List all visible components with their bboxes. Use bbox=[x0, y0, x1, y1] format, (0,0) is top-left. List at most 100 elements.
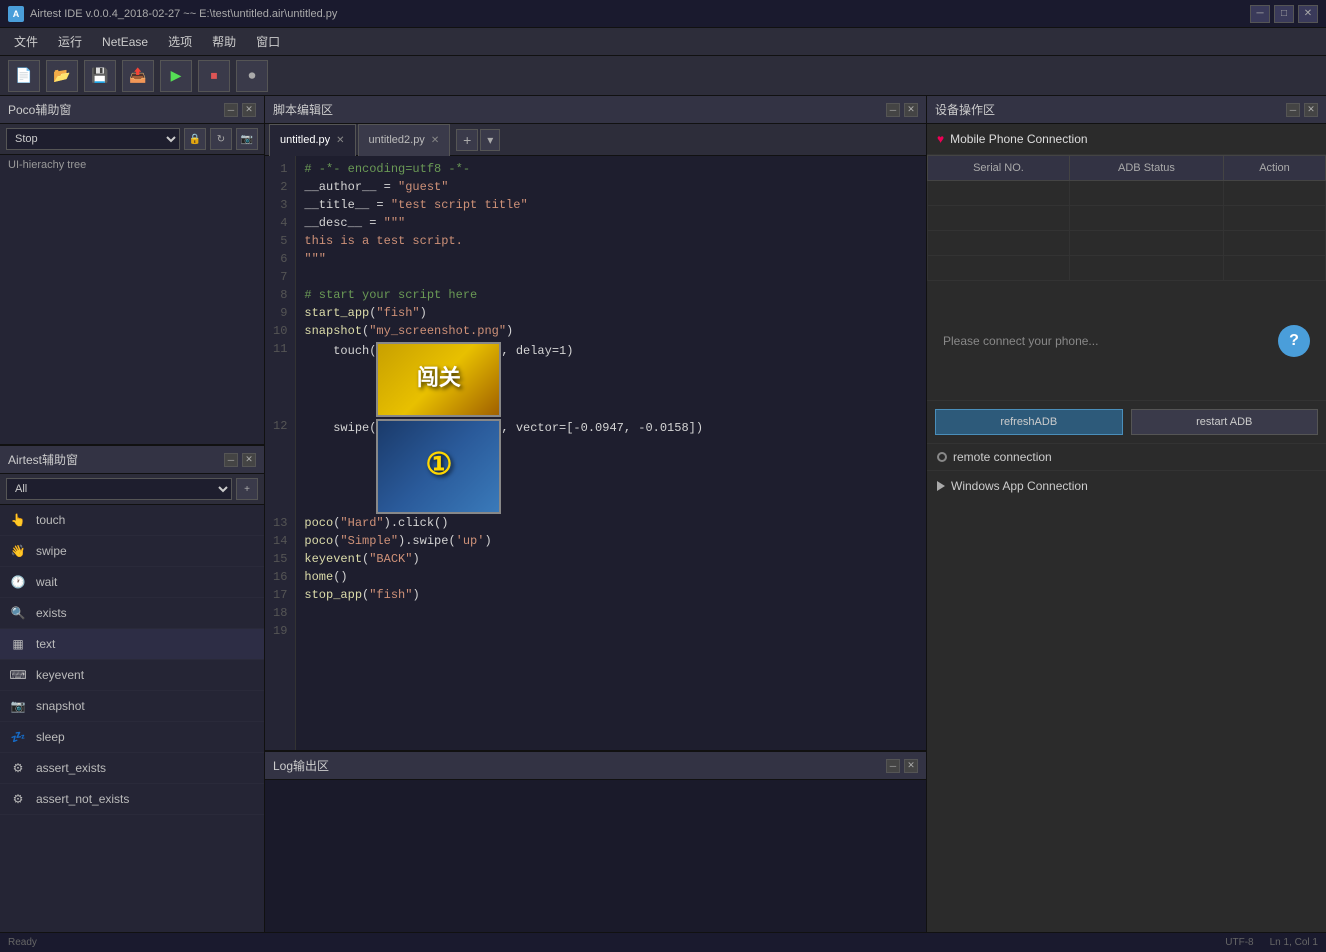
device-panel-controls: ─ ✕ bbox=[1286, 103, 1318, 117]
table-header-adb: ADB Status bbox=[1069, 156, 1223, 181]
tab-untitled2-py[interactable]: untitled2.py ✕ bbox=[358, 124, 451, 156]
log-title: Log输出区 bbox=[273, 757, 329, 774]
airtest-item-assert-exists[interactable]: ⚙ assert_exists bbox=[0, 753, 264, 784]
tab-dropdown-button[interactable]: ▾ bbox=[480, 129, 500, 151]
log-close-btn[interactable]: ✕ bbox=[904, 759, 918, 773]
menu-help[interactable]: 帮助 bbox=[202, 29, 246, 54]
keyevent-label: keyevent bbox=[36, 668, 84, 682]
log-minimize-btn[interactable]: ─ bbox=[886, 759, 900, 773]
code-line-12: swipe(, vector=[-0.0947, -0.0158]) bbox=[304, 417, 918, 514]
poco-toolbar: Stop 🔒 ↻ 📷 bbox=[0, 124, 264, 155]
table-header-action: Action bbox=[1223, 156, 1325, 181]
airtest-item-exists[interactable]: 🔍 exists bbox=[0, 598, 264, 629]
menu-window[interactable]: 窗口 bbox=[246, 29, 290, 54]
snapshot-icon: 📷 bbox=[8, 696, 28, 716]
heart-icon: ♥ bbox=[937, 132, 944, 146]
airtest-panel-header: Airtest辅助窗 ─ ✕ bbox=[0, 446, 264, 474]
poco-screenshot-btn[interactable]: 📷 bbox=[236, 128, 258, 150]
stop-button[interactable]: ⏹ bbox=[198, 60, 230, 92]
windows-app-connection[interactable]: Windows App Connection bbox=[927, 471, 1326, 501]
remote-radio[interactable] bbox=[937, 452, 947, 462]
expand-arrow-icon bbox=[937, 481, 945, 491]
menu-file[interactable]: 文件 bbox=[4, 29, 48, 54]
center-panel: 脚本编辑区 ─ ✕ untitled.py ✕ untitled2.py ✕ +… bbox=[265, 96, 926, 952]
editor-controls: ─ ✕ bbox=[886, 103, 918, 117]
airtest-item-keyevent[interactable]: ⌨ keyevent bbox=[0, 660, 264, 691]
device-panel-title: 设备操作区 bbox=[935, 101, 995, 118]
airtest-filter[interactable]: All bbox=[6, 478, 232, 500]
log-area: Log输出区 ─ ✕ bbox=[265, 752, 926, 952]
code-line-9: start_app("fish") bbox=[304, 304, 918, 322]
text-label: text bbox=[36, 637, 55, 651]
sleep-label: sleep bbox=[36, 730, 65, 744]
table-cell-action-4 bbox=[1223, 256, 1325, 281]
airtest-item-wait[interactable]: 🕐 wait bbox=[0, 567, 264, 598]
record-button[interactable]: ⏺ bbox=[236, 60, 268, 92]
log-content bbox=[265, 780, 926, 952]
minimize-button[interactable]: ─ bbox=[1250, 5, 1270, 23]
airtest-item-touch[interactable]: 👆 touch bbox=[0, 505, 264, 536]
add-tab-button[interactable]: + bbox=[456, 129, 478, 151]
adb-buttons: refreshADB restart ADB bbox=[927, 401, 1326, 444]
code-line-6: """ bbox=[304, 250, 918, 268]
help-button[interactable]: ? bbox=[1278, 325, 1310, 357]
airtest-item-assert-not-exists[interactable]: ⚙ assert_not_exists bbox=[0, 784, 264, 815]
code-editor[interactable]: 1 2 3 4 5 6 7 8 9 10 11 12 13 14 15 16 1 bbox=[265, 156, 926, 750]
editor-minimize-btn[interactable]: ─ bbox=[886, 103, 900, 117]
poco-lock-btn[interactable]: 🔒 bbox=[184, 128, 206, 150]
touch-image-1 bbox=[376, 342, 501, 417]
poco-minimize-btn[interactable]: ─ bbox=[224, 103, 238, 117]
status-line-col: Ln 1, Col 1 bbox=[1270, 937, 1318, 948]
title-text: Airtest IDE v.0.0.4_2018-02-27 ~~ E:\tes… bbox=[30, 8, 337, 20]
maximize-button[interactable]: □ bbox=[1274, 5, 1294, 23]
code-content[interactable]: # -*- encoding=utf8 -*- __author__ = "gu… bbox=[296, 156, 926, 750]
right-panel: 设备操作区 ─ ✕ ♥ Mobile Phone Connection Seri… bbox=[926, 96, 1326, 952]
airtest-item-swipe[interactable]: 👋 swipe bbox=[0, 536, 264, 567]
airtest-close-btn[interactable]: ✕ bbox=[242, 453, 256, 467]
poco-close-btn[interactable]: ✕ bbox=[242, 103, 256, 117]
code-line-14: poco("Simple").swipe('up') bbox=[304, 532, 918, 550]
tab-untitled-py-close[interactable]: ✕ bbox=[336, 135, 344, 146]
device-close-btn[interactable]: ✕ bbox=[1304, 103, 1318, 117]
editor-area: 脚本编辑区 ─ ✕ untitled.py ✕ untitled2.py ✕ +… bbox=[265, 96, 926, 752]
new-file-button[interactable]: 📄 bbox=[8, 60, 40, 92]
assert-exists-icon: ⚙ bbox=[8, 758, 28, 778]
export-button[interactable]: 📤 bbox=[122, 60, 154, 92]
code-line-8: # start your script here bbox=[304, 286, 918, 304]
poco-select[interactable]: Stop bbox=[6, 128, 180, 150]
airtest-item-text[interactable]: ▦ text bbox=[0, 629, 264, 660]
airtest-add-btn[interactable]: + bbox=[236, 478, 258, 500]
left-panel: Poco辅助窗 ─ ✕ Stop 🔒 ↻ 📷 UI-hierachy tree bbox=[0, 96, 265, 952]
tabs-bar: untitled.py ✕ untitled2.py ✕ + ▾ bbox=[265, 124, 926, 156]
refresh-adb-button[interactable]: refreshADB bbox=[935, 409, 1123, 435]
tab-untitled-py[interactable]: untitled.py ✕ bbox=[269, 124, 356, 156]
device-panel: 设备操作区 ─ ✕ ♥ Mobile Phone Connection Seri… bbox=[927, 96, 1326, 952]
airtest-minimize-btn[interactable]: ─ bbox=[224, 453, 238, 467]
save-file-button[interactable]: 💾 bbox=[84, 60, 116, 92]
menu-run[interactable]: 运行 bbox=[48, 29, 92, 54]
code-line-13: poco("Hard").click() bbox=[304, 514, 918, 532]
tab-untitled2-py-close[interactable]: ✕ bbox=[431, 135, 439, 146]
device-minimize-btn[interactable]: ─ bbox=[1286, 103, 1300, 117]
poco-refresh-btn[interactable]: ↻ bbox=[210, 128, 232, 150]
editor-close-btn[interactable]: ✕ bbox=[904, 103, 918, 117]
close-button[interactable]: ✕ bbox=[1298, 5, 1318, 23]
windows-conn-label: Windows App Connection bbox=[951, 479, 1088, 493]
airtest-item-sleep[interactable]: 💤 sleep bbox=[0, 722, 264, 753]
status-encoding: UTF-8 bbox=[1225, 937, 1253, 948]
open-file-button[interactable]: 📂 bbox=[46, 60, 78, 92]
code-line-16: home() bbox=[304, 568, 918, 586]
restart-adb-button[interactable]: restart ADB bbox=[1131, 409, 1319, 435]
touch-icon: 👆 bbox=[8, 510, 28, 530]
airtest-item-snapshot[interactable]: 📷 snapshot bbox=[0, 691, 264, 722]
swipe-label: swipe bbox=[36, 544, 67, 558]
run-button[interactable]: ▶ bbox=[160, 60, 192, 92]
menu-options[interactable]: 选项 bbox=[158, 29, 202, 54]
menu-netease[interactable]: NetEase bbox=[92, 31, 158, 53]
status-right: UTF-8 Ln 1, Col 1 bbox=[1225, 937, 1318, 948]
airtest-toolbar: All + bbox=[0, 474, 264, 505]
table-cell-serial-3 bbox=[928, 231, 1070, 256]
assert-not-exists-label: assert_not_exists bbox=[36, 792, 129, 806]
exists-icon: 🔍 bbox=[8, 603, 28, 623]
mobile-section-header: ♥ Mobile Phone Connection bbox=[927, 124, 1326, 155]
